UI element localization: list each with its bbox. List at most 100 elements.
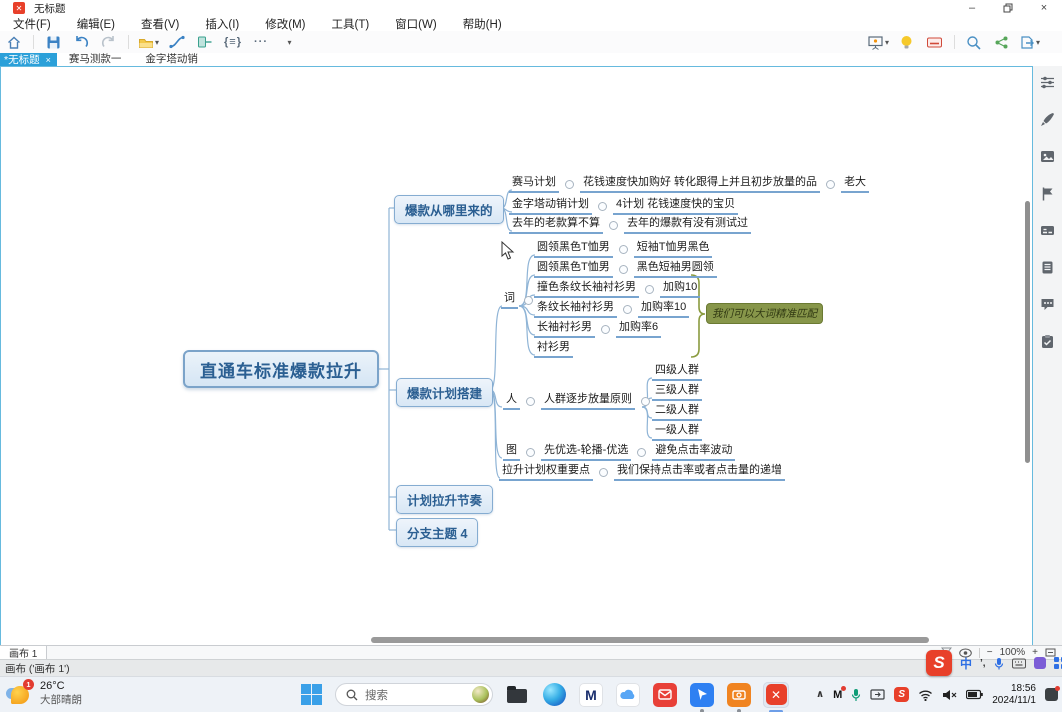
- menu-edit[interactable]: 编辑(E): [64, 16, 128, 32]
- topic-word-1[interactable]: 圆领黑色T恤男: [534, 238, 613, 258]
- collapse-joint[interactable]: [526, 448, 535, 457]
- tray-m-notification-icon[interactable]: M: [833, 689, 842, 701]
- home-button[interactable]: [4, 32, 24, 52]
- taskbar-cloud-icon[interactable]: [615, 682, 641, 708]
- taskbar-mail-icon[interactable]: [652, 682, 678, 708]
- tray-clock[interactable]: 18:56 2024/11/1: [992, 683, 1036, 707]
- taskbar-explorer-icon[interactable]: [504, 682, 530, 708]
- style-brush-icon[interactable]: [1040, 111, 1056, 127]
- taskbar-mindmaster-icon[interactable]: M: [578, 682, 604, 708]
- redo-button[interactable]: [99, 32, 119, 52]
- menu-window[interactable]: 窗口(W): [382, 16, 450, 32]
- tab-untitled[interactable]: *无标题 ×: [0, 53, 57, 66]
- format-panel-icon[interactable]: [1040, 74, 1056, 90]
- collapse-joint[interactable]: [598, 202, 607, 211]
- save-button[interactable]: [43, 32, 63, 52]
- branch-rhythm[interactable]: 计划拉升节奏: [396, 485, 493, 514]
- menu-file[interactable]: 文件(F): [0, 16, 64, 32]
- topic-word-6[interactable]: 衬衫男: [534, 338, 573, 358]
- menu-view[interactable]: 查看(V): [128, 16, 192, 32]
- taskbar-blue-app-icon[interactable]: [689, 682, 715, 708]
- summary-callout[interactable]: 我们可以大词精准匹配: [706, 303, 823, 324]
- topic-people-rule[interactable]: 人群逐步放量原则: [541, 390, 635, 410]
- idea-button[interactable]: [897, 32, 917, 52]
- collapse-joint[interactable]: [645, 285, 654, 294]
- collapse-joint[interactable]: [623, 305, 632, 314]
- tray-cast-icon[interactable]: [870, 688, 885, 701]
- taskbar-mindmap-app-icon[interactable]: ✕: [763, 682, 789, 708]
- collapse-joint[interactable]: [601, 325, 610, 334]
- taskbar-edge-icon[interactable]: [541, 682, 567, 708]
- topic-word-5[interactable]: 长袖衬衫男: [534, 318, 595, 338]
- ime-mic-icon[interactable]: [994, 657, 1004, 670]
- outline-button[interactable]: {≡}: [223, 32, 243, 52]
- topic-pic[interactable]: 图: [503, 441, 520, 461]
- tab-saima[interactable]: 赛马测款一: [57, 51, 134, 66]
- banner-button[interactable]: [925, 32, 945, 52]
- topic-pyramid-detail[interactable]: 4计划 花钱速度快的宝贝: [613, 195, 738, 215]
- topic-word-2[interactable]: 圆领黑色T恤男: [534, 258, 613, 278]
- collapse-joint[interactable]: [599, 468, 608, 477]
- topic-lastyear-detail[interactable]: 去年的爆款有没有测试过: [624, 214, 751, 234]
- tray-sogou-icon[interactable]: S: [894, 687, 909, 702]
- tray-notification-icon[interactable]: [1045, 688, 1058, 701]
- relationship-button[interactable]: [167, 32, 187, 52]
- topic-word-3[interactable]: 撞色条纹长袖衬衫男: [534, 278, 639, 298]
- topic-weight[interactable]: 拉升计划权重要点: [499, 461, 593, 481]
- collapse-joint[interactable]: [641, 397, 650, 406]
- vertical-scrollbar[interactable]: [1025, 201, 1030, 463]
- tray-volume-muted-icon[interactable]: [942, 689, 957, 701]
- image-panel-icon[interactable]: [1040, 148, 1056, 164]
- close-button[interactable]: ×: [1026, 0, 1062, 16]
- start-button[interactable]: [298, 682, 324, 708]
- taskbar-weather-widget[interactable]: 1 26°C 大部晴朗: [6, 680, 82, 707]
- tab-jinzita[interactable]: 金字塔动销: [133, 51, 210, 66]
- collapse-joint[interactable]: [637, 448, 646, 457]
- topic-word-1b[interactable]: 短袖T恤男黑色: [634, 238, 713, 258]
- share-button[interactable]: [992, 32, 1012, 52]
- collapse-joint[interactable]: [826, 180, 835, 189]
- topic-people[interactable]: 人: [503, 390, 520, 410]
- topic-group-3[interactable]: 三级人群: [652, 381, 702, 401]
- topic-word[interactable]: 词: [501, 289, 518, 309]
- topic-saima-detail[interactable]: 花钱速度快加购好 转化跟得上并且初步放量的品: [580, 173, 820, 193]
- canvas-tab-1[interactable]: 画布 1: [0, 646, 47, 659]
- task-panel-icon[interactable]: [1040, 333, 1056, 349]
- topic-word-3b[interactable]: 加购10: [660, 278, 700, 298]
- topic-word-4b[interactable]: 加购率10: [638, 298, 689, 318]
- topic-group-2[interactable]: 二级人群: [652, 401, 702, 421]
- topic-saima-plan[interactable]: 赛马计划: [509, 173, 559, 193]
- topic-word-5b[interactable]: 加购率6: [616, 318, 661, 338]
- topic-group-4[interactable]: 四级人群: [652, 361, 702, 381]
- export-button[interactable]: ▾: [1020, 32, 1040, 52]
- search-highlight-image[interactable]: [472, 686, 489, 703]
- collapse-joint[interactable]: [524, 296, 533, 305]
- branch-where-from[interactable]: 爆款从哪里来的: [394, 195, 504, 224]
- comment-panel-icon[interactable]: [1040, 296, 1056, 312]
- minimize-button[interactable]: –: [954, 0, 990, 16]
- taskbar-camera-app-icon[interactable]: [726, 682, 752, 708]
- topic-pic-rule[interactable]: 先优选-轮播-优选: [541, 441, 631, 461]
- taskbar-search[interactable]: 搜索: [335, 683, 493, 706]
- tray-wifi-icon[interactable]: [918, 689, 933, 701]
- label-panel-icon[interactable]: [1040, 222, 1056, 238]
- sogou-logo-icon[interactable]: S: [926, 650, 952, 676]
- topic-laoda[interactable]: 老大: [841, 173, 869, 193]
- collapse-joint[interactable]: [609, 221, 618, 230]
- ime-skin-icon[interactable]: [1034, 657, 1046, 669]
- root-topic[interactable]: 直通车标准爆款拉升: [183, 350, 379, 388]
- flag-panel-icon[interactable]: [1040, 185, 1056, 201]
- ime-toolbox-icon[interactable]: [1054, 657, 1062, 669]
- menu-tools[interactable]: 工具(T): [318, 16, 382, 32]
- search-button[interactable]: [964, 32, 984, 52]
- collapse-joint[interactable]: [619, 245, 628, 254]
- ime-keyboard-icon[interactable]: [1012, 658, 1026, 669]
- menu-modify[interactable]: 修改(M): [252, 16, 318, 32]
- ime-punctuation-toggle[interactable]: ’,: [980, 658, 986, 669]
- branch-subtopic4[interactable]: 分支主题 4: [396, 518, 478, 547]
- tray-mic-icon[interactable]: [851, 688, 861, 702]
- topic-word-2b[interactable]: 黑色短袖男圆领: [634, 258, 717, 278]
- topic-weight-note[interactable]: 我们保持点击率或者点击量的递增: [614, 461, 785, 481]
- tray-chevron-up-icon[interactable]: ∧: [816, 689, 824, 700]
- topic-lastyear[interactable]: 去年的老款算不算: [509, 214, 603, 234]
